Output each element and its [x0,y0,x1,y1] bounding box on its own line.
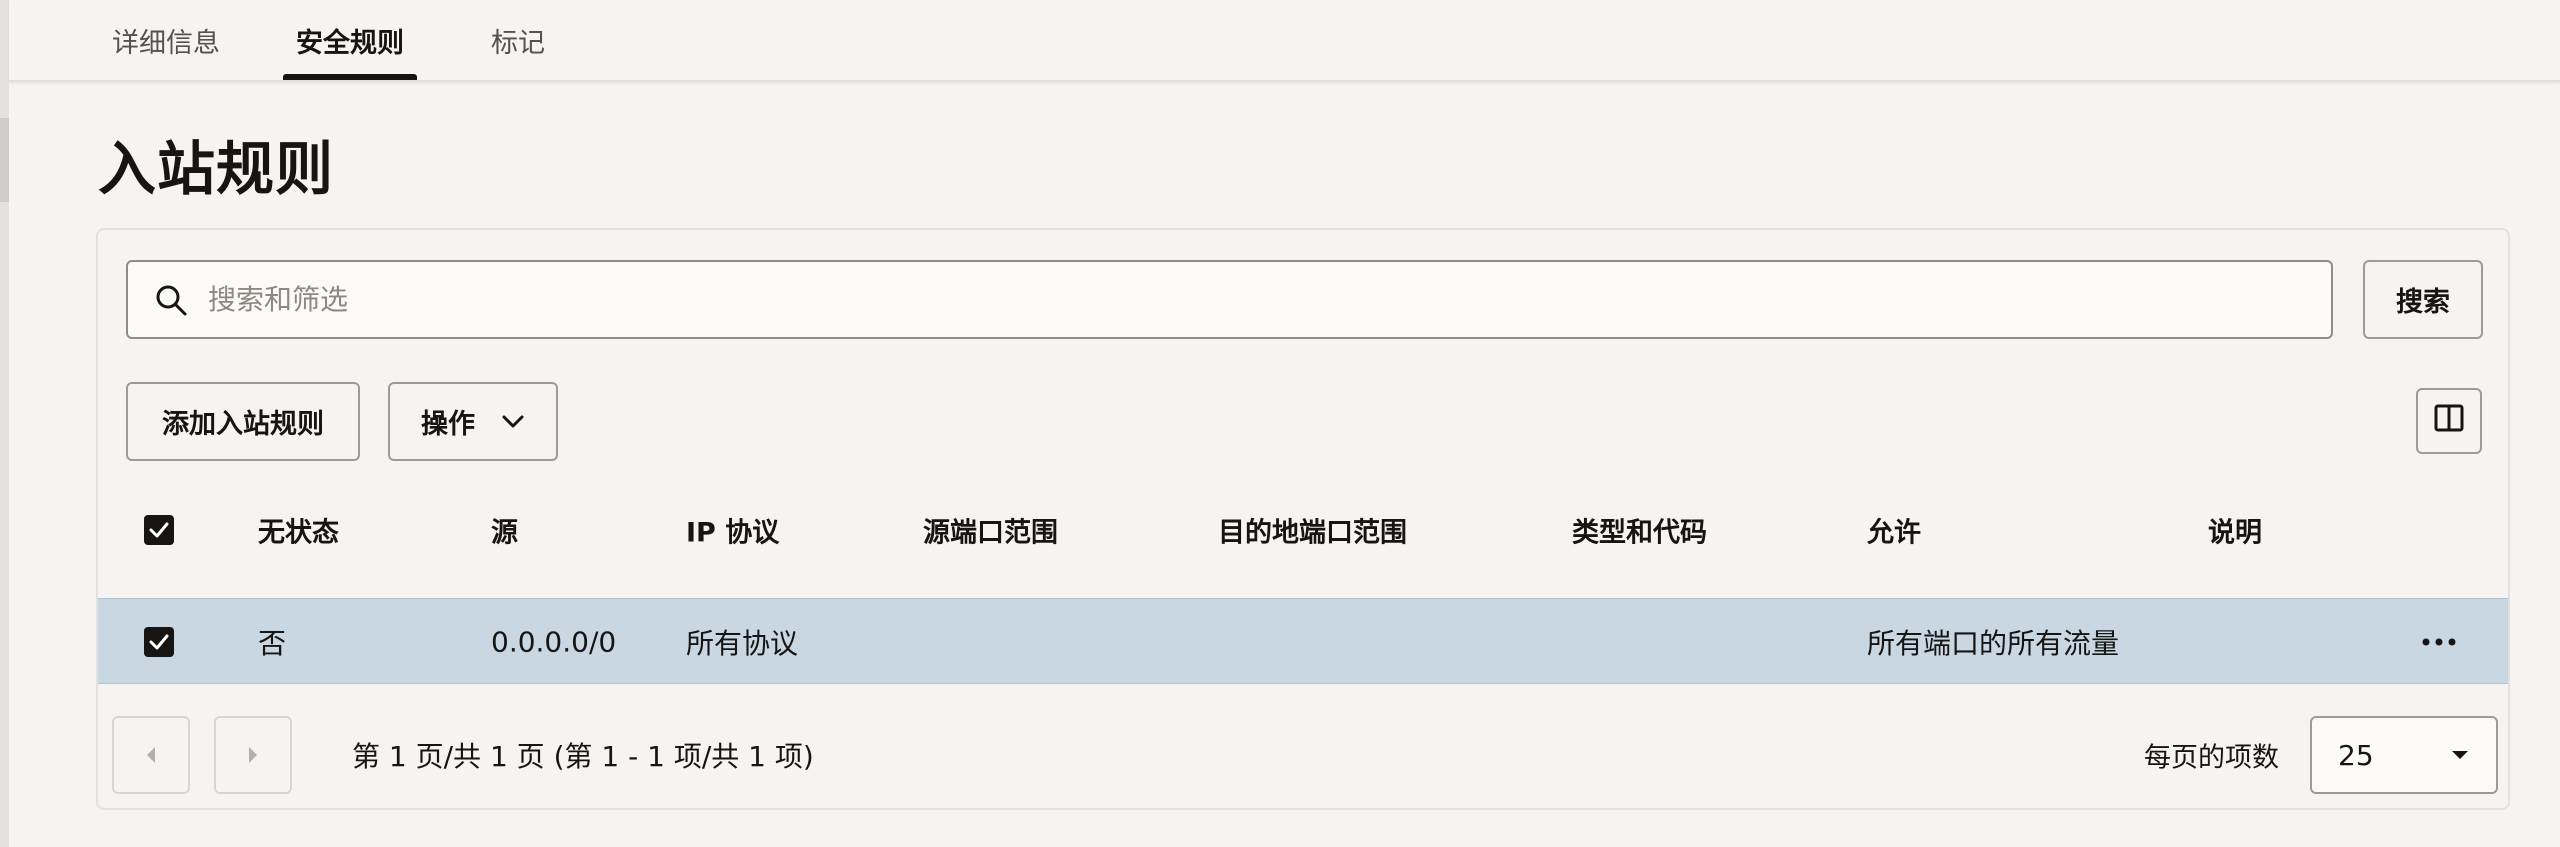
per-page-select[interactable]: 25 [2310,716,2498,794]
select-all-checkbox[interactable] [144,515,174,545]
checkmark-icon [149,634,169,650]
actions-label: 操作 [421,409,475,440]
caret-down-icon [2452,751,2468,759]
next-page-button[interactable] [214,716,292,794]
cell-stateless: 否 [258,627,287,660]
search-box[interactable] [126,260,2333,339]
cell-source: 0.0.0.0/0 [491,625,617,659]
search-input[interactable] [208,283,2208,316]
table-row[interactable]: 否 0.0.0.0/0 所有协议 所有端口的所有流量 [98,598,2508,684]
per-page-value: 25 [2338,738,2374,772]
header-dest-port-range[interactable]: 目的地端口范围 [1218,511,1407,550]
header-ip-protocol[interactable]: IP 协议 [686,511,779,550]
header-allows[interactable]: 允许 [1867,511,1921,550]
tab-details[interactable]: 详细信息 [101,0,231,80]
scrollbar[interactable] [0,0,9,847]
tab-security-rules[interactable]: 安全规则 [283,0,417,80]
columns-icon [2434,404,2464,439]
more-icon [2422,638,2456,646]
chevron-down-icon [501,406,525,437]
caret-left-icon [147,747,155,763]
search-button[interactable]: 搜索 [2363,260,2483,339]
rules-panel: 搜索 添加入站规则 操作 无状态 源 IP 协议 源端口范围 目的地端口范围 类… [96,228,2510,810]
header-stateless[interactable]: 无状态 [258,511,339,550]
header-source-port-range[interactable]: 源端口范围 [923,511,1058,550]
scrollbar-thumb[interactable] [0,118,9,202]
add-ingress-rule-button[interactable]: 添加入站规则 [126,382,360,461]
previous-page-button[interactable] [112,716,190,794]
pagination-summary: 第 1 页/共 1 页 (第 1 - 1 项/共 1 项) [352,740,814,773]
page-title: 入站规则 [98,135,335,203]
tab-bar: 详细信息 安全规则 标记 [9,0,2560,82]
header-description[interactable]: 说明 [2208,511,2262,550]
row-checkbox[interactable] [144,627,174,657]
per-page-label: 每页的项数 [2144,742,2279,774]
caret-right-icon [249,747,257,763]
cell-ip-protocol: 所有协议 [686,627,799,660]
search-icon [154,283,188,317]
cell-allows: 所有端口的所有流量 [1867,627,2120,660]
header-type-and-code[interactable]: 类型和代码 [1572,511,1707,550]
header-source[interactable]: 源 [491,511,518,550]
tab-tags[interactable]: 标记 [479,0,557,80]
row-actions-button[interactable] [2414,619,2464,665]
column-settings-button[interactable] [2416,388,2482,454]
checkmark-icon [149,522,169,538]
actions-menu-button[interactable]: 操作 [388,382,558,461]
